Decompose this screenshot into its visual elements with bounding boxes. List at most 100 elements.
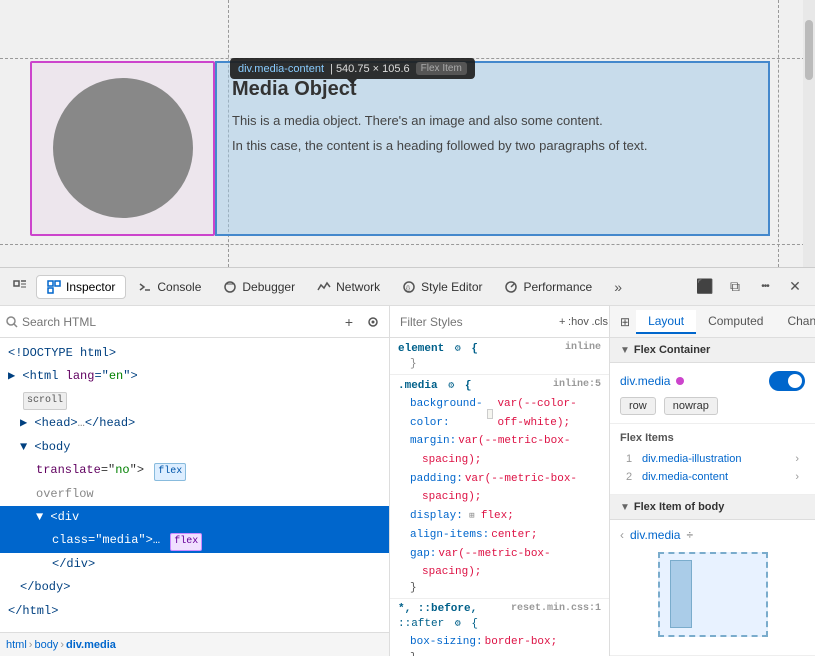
tab-layout-icon[interactable]: ⊞ [614,311,636,333]
overflow-menu-button[interactable]: ••• [751,273,779,301]
pick-element-button[interactable] [363,312,383,332]
media-heading: Media Object [232,78,753,101]
html-node-html-close[interactable]: </html> [0,600,389,623]
css-filter-bar: + :hov .cls ☀ ☾ ☰ [390,306,609,338]
html-node-scroll-badge[interactable]: scroll [0,388,389,412]
flex-item-of-body-header[interactable]: ▼ Flex Item of body [610,495,815,520]
css-prop-display: display: ⊞ flex; [398,507,601,526]
preview-scrollbar[interactable] [803,0,815,268]
css-rule-universal: *, ::before, reset.min.css:1 ::after ⚙ {… [390,599,609,656]
undock-button[interactable]: ⧉ [721,273,749,301]
hov-button[interactable]: :hov [569,313,587,331]
css-prop-padding-cont: spacing); [398,488,601,507]
tab-changes[interactable]: Changes [775,310,815,334]
flex-visual [620,542,805,647]
flex-container-label: Flex Container [634,344,710,356]
color-swatch [487,409,494,419]
css-rule-media-close: } [398,582,601,594]
after-settings-icon[interactable]: ⚙ [451,617,465,631]
more-tools-button[interactable]: » [604,273,632,301]
tab-inspector[interactable]: Inspector [36,275,126,299]
media-illustration [30,61,215,236]
scrollbar-thumb[interactable] [805,20,813,80]
html-node-class-media[interactable]: class="media">… flex [0,529,389,553]
flex-items-section: Flex Items 1 div.media-illustration › 2 … [610,424,815,495]
cls-button[interactable]: .cls [591,313,608,331]
css-rule-universal-close: } [398,652,601,656]
html-node-overflow[interactable]: overflow [0,483,389,506]
flex-prop-row: row [620,397,656,415]
html-node-div-media[interactable]: ▼ <div [0,506,389,529]
flex-element-name: div.media [620,374,670,388]
chevron-right-icon-1: › [795,453,799,465]
flex-container-header[interactable]: ▼ Flex Container [610,338,815,363]
flex-item-2[interactable]: 2 div.media-content › [620,468,805,486]
flex-inner-item [670,560,692,628]
flex-toggle[interactable] [769,371,805,391]
css-selector-media: .media ⚙ { inline:5 [398,379,601,393]
guide-line-v2 [778,0,779,267]
media-object-preview: Media Object This is a media object. The… [30,58,770,238]
tooltip-dims: | 540.75 × 105.6 [330,63,410,75]
search-icon [6,316,18,328]
element-tooltip: div.media-content | 540.75 × 105.6 Flex … [230,58,475,79]
chevron-down-icon: ▼ [620,345,630,356]
tab-network[interactable]: Network [307,276,390,298]
back-arrow-icon[interactable]: ‹ [620,528,624,542]
tab-computed[interactable]: Computed [696,310,775,334]
flex-item-1[interactable]: 1 div.media-illustration › [620,450,805,468]
guide-line-h2 [0,244,815,245]
html-node-doctype[interactable]: <!DOCTYPE html> [0,342,389,365]
devtools-panel: Inspector Console Debugger Network [0,268,815,656]
tab-debugger[interactable]: Debugger [213,276,305,298]
flex-breadcrumb-row: ‹ div.media ÷ [620,528,805,542]
preview-area: Media Object This is a media object. The… [0,0,815,268]
html-node-head[interactable]: ▶ <head>…</head> [0,412,389,435]
html-tree: <!DOCTYPE html> ▶ <html lang="en"> scrol… [0,338,389,632]
tab-style-editor[interactable]: {} Style Editor [392,276,492,298]
flex-item-of-body-content: ‹ div.media ÷ [610,520,815,656]
html-node-body[interactable]: ▼ <body [0,436,389,459]
css-selector-element: element ⚙ { inline [398,342,601,356]
css-rule-element: element ⚙ { inline } [390,338,609,375]
css-panel: + :hov .cls ☀ ☾ ☰ element ⚙ { inline [390,306,610,656]
add-rule-button[interactable]: + [339,312,359,332]
flex-item-name-1: div.media-illustration [642,453,795,465]
layout-content: ▼ Flex Container div.media row nowrap [610,338,815,656]
settings-icon[interactable]: ⚙ [451,342,465,356]
breadcrumb-html[interactable]: html [6,639,27,651]
css-rules-area: element ⚙ { inline } .media ⚙ { inline:5 [390,338,609,656]
flex-item-of-body-label: Flex Item of body [634,501,724,513]
dock-button[interactable]: ⬛ [691,273,719,301]
add-css-rule-button[interactable]: + [559,313,565,331]
html-breadcrumb: html › body › div.media [0,632,389,656]
tab-performance[interactable]: Performance [494,276,602,298]
media-settings-icon[interactable]: ⚙ [444,379,458,393]
flex-container-content: div.media row nowrap [610,363,815,424]
close-devtools-button[interactable]: ✕ [781,273,809,301]
html-node-body-close[interactable]: </body> [0,576,389,599]
flex-props: row nowrap [620,397,805,415]
inspector-pick-button[interactable] [6,273,34,301]
css-rule-element-close: } [398,358,601,370]
devtools-toolbar: Inspector Console Debugger Network [0,268,815,306]
flex-box-container-visual [658,552,768,637]
chevron-right-icon-2: › [795,471,799,483]
tab-layout[interactable]: Layout [636,310,696,334]
circle-image [53,78,193,218]
breadcrumb-div-media[interactable]: div.media [66,639,116,651]
html-node-div-close[interactable]: </div> [0,553,389,576]
html-node-html[interactable]: ▶ <html lang="en"> [0,365,389,388]
flex-item-name-2: div.media-content [642,471,795,483]
flex-items-label: Flex Items [620,432,805,444]
css-filter-input[interactable] [400,315,555,329]
flex-container-element: div.media [620,374,684,388]
breadcrumb-body[interactable]: body [34,639,58,651]
media-paragraph-2: In this case, the content is a heading f… [232,136,753,156]
html-node-translate[interactable]: translate="no"> flex [0,459,389,483]
search-html-input[interactable] [22,315,335,329]
dropdown-icon[interactable]: ÷ [686,528,693,542]
tab-console[interactable]: Console [128,276,211,298]
chevron-down-icon-2: ▼ [620,502,630,513]
toolbar-right-icons: ⬛ ⧉ ••• ✕ [691,273,809,301]
